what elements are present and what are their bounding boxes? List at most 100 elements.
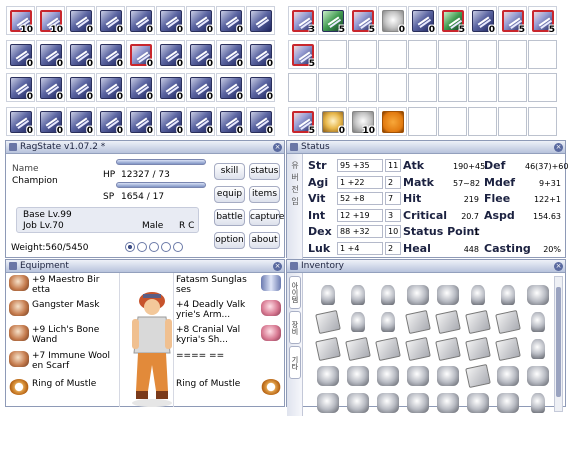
hotkey-slot-right-2-6[interactable] [438, 40, 467, 69]
page-dot-3[interactable] [149, 242, 159, 252]
hotkey-slot-left-2-7[interactable]: 0 [186, 40, 215, 69]
hotkey-slot-right-3-8[interactable] [498, 73, 527, 102]
hotkey-slot-right-4-5[interactable] [408, 107, 437, 136]
hotkey-slot-right-1-3[interactable]: 5 [348, 6, 377, 35]
items-button[interactable]: items [249, 186, 280, 203]
hotkey-slot-left-2-2[interactable]: 0 [36, 40, 65, 69]
hotkey-slot-right-1-1[interactable]: 3 [288, 6, 317, 35]
hotkey-slot-right-1-4[interactable]: 0 [378, 6, 407, 35]
inventory-item-gem-icon[interactable] [437, 285, 459, 305]
hotkey-slot-right-1-5[interactable]: 0 [408, 6, 437, 35]
inventory-item-blob-icon[interactable] [497, 366, 519, 386]
hotkey-slot-right-1-7[interactable]: 0 [468, 6, 497, 35]
inventory-item-blob-icon[interactable] [437, 393, 459, 413]
equip-slot-right[interactable]: +4 Deadly Valk yrie's Arm... [176, 300, 281, 320]
hotkey-slot-left-3-3[interactable]: 0 [66, 73, 95, 102]
hotkey-slot-left-1-3[interactable]: 0 [66, 6, 95, 35]
hotkey-slot-left-1-8[interactable]: 0 [216, 6, 245, 35]
hotkey-slot-right-3-1[interactable] [288, 73, 317, 102]
hotkey-slot-left-2-8[interactable]: 0 [216, 40, 245, 69]
status-side-tabs[interactable]: 유 버 전 임 [287, 154, 303, 268]
hotkey-slot-right-4-9[interactable] [528, 107, 557, 136]
close-icon[interactable]: × [554, 142, 563, 152]
hotkey-slot-left-4-3[interactable]: 0 [66, 107, 95, 136]
inventory-item-blob-icon[interactable] [347, 366, 369, 386]
hotkey-slot-right-2-5[interactable] [408, 40, 437, 69]
hotkey-slot-left-3-8[interactable]: 0 [216, 73, 245, 102]
hotkey-slot-left-1-7[interactable]: 0 [186, 6, 215, 35]
inventory-title-bar[interactable]: Inventory × [287, 260, 565, 273]
inventory-item-potion-icon[interactable] [471, 285, 485, 305]
hotkey-slot-left-4-7[interactable]: 0 [186, 107, 215, 136]
hotkey-slot-left-2-3[interactable]: 0 [66, 40, 95, 69]
tab-etc[interactable]: 기타 [289, 346, 301, 379]
inventory-item-potion-icon[interactable] [381, 285, 395, 305]
hotkey-slot-right-2-7[interactable] [468, 40, 497, 69]
hotkey-slot-left-2-5[interactable]: 0 [126, 40, 155, 69]
equipment-title-bar[interactable]: Equipment × [6, 260, 284, 273]
hotkey-slot-left-1-2[interactable]: 10 [36, 6, 65, 35]
side-tab-2[interactable]: 버 [289, 172, 301, 183]
hotkey-slot-left-3-9[interactable]: 0 [246, 73, 275, 102]
tab-items[interactable]: 아이템 [289, 276, 301, 309]
option-button[interactable]: option [214, 232, 245, 249]
close-icon[interactable]: × [273, 142, 282, 152]
skill-button[interactable]: skill [214, 163, 245, 180]
hotkey-slot-right-3-7[interactable] [468, 73, 497, 102]
inventory-item-bottle-icon[interactable] [531, 339, 545, 359]
hotkey-slot-left-2-9[interactable]: 0 [246, 40, 275, 69]
tab-equipment[interactable]: 장비 [289, 311, 301, 344]
hotkey-slot-right-3-3[interactable] [348, 73, 377, 102]
hotkey-slot-left-3-2[interactable]: 0 [36, 73, 65, 102]
ragstate-title-bar[interactable]: RagState v1.07.2 * × [6, 141, 284, 154]
hotkey-slot-left-3-6[interactable]: 0 [156, 73, 185, 102]
capture-button[interactable]: capture [249, 209, 284, 226]
inventory-item-card-icon[interactable] [375, 336, 401, 362]
inventory-item-potion-icon[interactable] [501, 285, 515, 305]
hotkey-slot-left-2-4[interactable]: 0 [96, 40, 125, 69]
hotkey-slot-right-3-6[interactable] [438, 73, 467, 102]
inventory-item-blob-icon[interactable] [317, 366, 339, 386]
hotkey-slot-left-1-4[interactable]: 0 [96, 6, 125, 35]
about-button[interactable]: about [249, 232, 280, 249]
hotkey-slot-left-1-6[interactable]: 0 [156, 6, 185, 35]
hotkey-slot-right-4-3[interactable]: 10 [348, 107, 377, 136]
inventory-scrollbar[interactable] [554, 276, 563, 412]
inventory-item-blob-icon[interactable] [407, 285, 429, 305]
inventory-item-bottle-icon[interactable] [531, 393, 545, 413]
inventory-item-card-icon[interactable] [495, 336, 521, 362]
hotkey-slot-right-1-2[interactable]: 5 [318, 6, 347, 35]
hotkey-slot-left-1-9[interactable] [246, 6, 275, 35]
hotkey-slot-right-2-2[interactable] [318, 40, 347, 69]
inventory-item-blob-icon[interactable] [317, 393, 339, 413]
hotkey-slot-left-1-5[interactable]: 0 [126, 6, 155, 35]
hotkey-slot-right-2-4[interactable] [378, 40, 407, 69]
equip-slot-left[interactable]: Gangster Mask [9, 300, 119, 316]
hotkey-slot-right-3-9[interactable] [528, 73, 557, 102]
inventory-item-blob-icon[interactable] [527, 366, 549, 386]
close-icon[interactable]: × [554, 261, 563, 271]
equip-slot-right[interactable]: Fatasm Sunglas ses [176, 275, 281, 295]
page-dot-2[interactable] [137, 242, 147, 252]
hotkey-slot-left-2-6[interactable]: 0 [156, 40, 185, 69]
inventory-item-card-icon[interactable] [435, 309, 461, 335]
equip-slot-left[interactable]: +7 Immune Wool en Scarf [9, 351, 119, 371]
inventory-item-card-icon[interactable] [465, 336, 491, 362]
inventory-item-potion-icon[interactable] [351, 285, 365, 305]
inventory-item-blob-icon[interactable] [377, 366, 399, 386]
status-button[interactable]: status [249, 163, 280, 180]
scrollbar-thumb[interactable] [556, 287, 561, 397]
hotkey-slot-right-2-1[interactable]: 5 [288, 40, 317, 69]
inventory-item-card-icon[interactable] [315, 336, 341, 362]
page-dot-5[interactable] [173, 242, 183, 252]
hotkey-slot-right-4-1[interactable]: 5 [288, 107, 317, 136]
equip-slot-left[interactable]: Ring of Mustle [9, 379, 119, 395]
hotkey-slot-left-4-9[interactable]: 0 [246, 107, 275, 136]
inventory-item-card-icon[interactable] [465, 363, 491, 389]
side-tab-4[interactable]: 임 [289, 196, 301, 207]
hotkey-slot-right-4-2[interactable]: 0 [318, 107, 347, 136]
hotkey-slot-left-4-2[interactable]: 0 [36, 107, 65, 136]
equip-slot-left[interactable]: +9 Maestro Bir etta [9, 275, 119, 295]
inventory-item-card-icon[interactable] [345, 336, 371, 362]
hotkey-slot-right-4-6[interactable] [438, 107, 467, 136]
